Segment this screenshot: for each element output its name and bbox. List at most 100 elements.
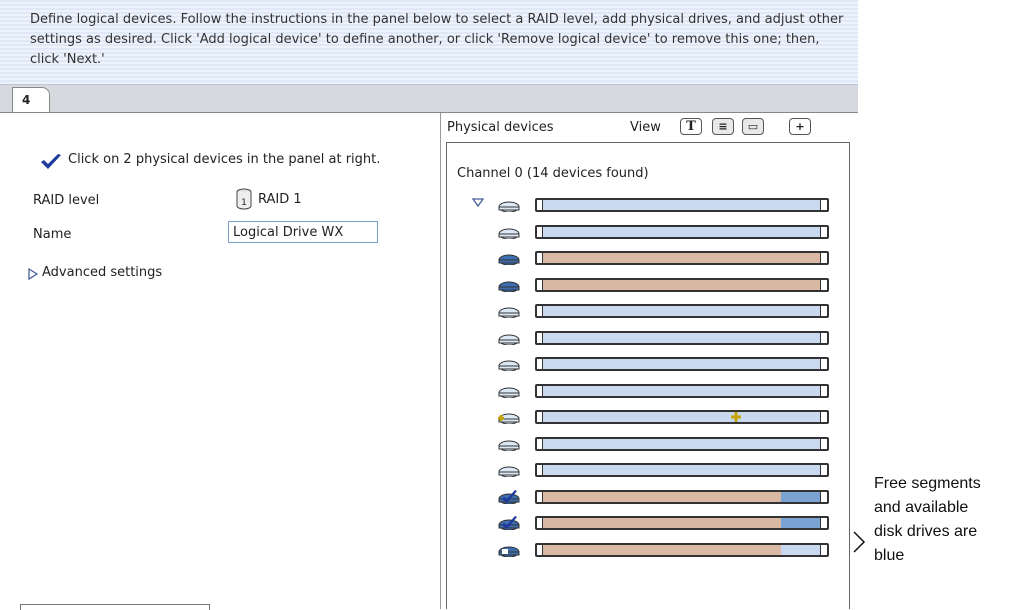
logical-drive-name-input[interactable] xyxy=(228,221,378,243)
bar-right-cap xyxy=(820,491,827,502)
drive-row[interactable] xyxy=(490,222,850,242)
disk-free-icon[interactable] xyxy=(498,225,520,239)
instruction-text: Define logical devices. Follow the instr… xyxy=(30,12,844,67)
drive-segment-bar[interactable] xyxy=(535,224,829,239)
disk-free-icon[interactable] xyxy=(498,463,520,477)
drive-segment-bar[interactable] xyxy=(535,357,829,371)
callout-line: blue xyxy=(874,547,905,564)
view-text-button[interactable]: T xyxy=(680,118,702,135)
drive-row[interactable] xyxy=(490,275,850,295)
view-full-size-button[interactable]: ≡ xyxy=(712,118,734,135)
bar-right-cap xyxy=(820,226,827,237)
bar-left-cap xyxy=(537,253,543,263)
pane-divider[interactable] xyxy=(440,113,441,609)
physical-devices-title: Physical devices xyxy=(447,120,554,135)
used-segment xyxy=(537,279,827,290)
bar-left-cap xyxy=(537,412,543,422)
disk-free-icon[interactable] xyxy=(498,304,520,318)
drive-row[interactable] xyxy=(490,195,850,215)
drive-segment-bar[interactable] xyxy=(535,330,829,345)
disk-spare-icon[interactable] xyxy=(498,410,520,424)
drive-segment-bar[interactable] xyxy=(535,436,829,451)
disk-used-icon[interactable] xyxy=(498,251,520,265)
drive-row[interactable] xyxy=(490,407,850,427)
bar-right-cap xyxy=(820,518,827,528)
bar-right-cap xyxy=(820,544,827,555)
bar-right-cap xyxy=(820,465,827,475)
drive-row[interactable] xyxy=(490,328,850,348)
drive-segment-bar[interactable] xyxy=(535,304,829,318)
bar-right-cap xyxy=(820,412,827,422)
drive-row[interactable] xyxy=(490,460,850,480)
bottom-tab-edge xyxy=(20,604,210,610)
drive-segment-bar[interactable] xyxy=(535,463,829,477)
bar-right-cap xyxy=(820,385,827,396)
used-segment xyxy=(537,544,781,555)
view-label: View xyxy=(630,120,661,135)
raid-disk-icon[interactable]: 1 xyxy=(236,188,252,210)
bar-left-cap xyxy=(537,359,543,369)
expand-right-icon[interactable] xyxy=(28,268,38,280)
bar-left-cap xyxy=(537,200,543,210)
raid-level-label: RAID level xyxy=(33,193,100,208)
drive-row[interactable] xyxy=(490,381,850,401)
disk-selected-icon[interactable] xyxy=(498,489,520,504)
collapse-channel-icon[interactable] xyxy=(472,198,484,208)
bar-left-cap xyxy=(537,279,543,290)
disk-selected-icon[interactable] xyxy=(498,516,520,530)
used-segment xyxy=(537,518,781,528)
callout-line: disk drives are xyxy=(874,523,978,540)
disk-free-icon[interactable] xyxy=(498,437,520,451)
disk-free-icon[interactable] xyxy=(498,331,520,345)
disk-free-icon[interactable] xyxy=(498,384,520,398)
drive-segment-bar[interactable] xyxy=(535,516,829,530)
disk-free-icon[interactable] xyxy=(498,357,520,371)
bar-left-cap xyxy=(537,306,543,316)
select-devices-instruction: Click on 2 physical devices in the panel… xyxy=(68,152,381,167)
drive-row[interactable] xyxy=(490,487,850,507)
callout-line: Free segments xyxy=(874,475,981,492)
drive-segment-bar[interactable] xyxy=(535,277,829,292)
drive-segment-bar[interactable] xyxy=(535,410,829,424)
logical-device-settings-pane: Click on 2 physical devices in the panel… xyxy=(0,113,440,610)
callout-bracket-icon xyxy=(853,531,866,553)
drive-row[interactable] xyxy=(490,248,850,268)
raid-icon-number: 1 xyxy=(241,198,247,208)
drive-row[interactable] xyxy=(490,301,850,321)
channel-label: Channel 0 (14 devices found) xyxy=(457,166,649,181)
bar-left-cap xyxy=(537,438,543,449)
tab-strip: 4 xyxy=(0,85,858,113)
drive-row[interactable] xyxy=(490,540,850,560)
drive-segment-bar[interactable] xyxy=(535,542,829,557)
drive-segment-bar[interactable] xyxy=(535,251,829,265)
advanced-settings-toggle[interactable]: Advanced settings xyxy=(42,265,162,280)
add-device-button[interactable]: + xyxy=(789,118,811,135)
bar-left-cap xyxy=(537,544,543,555)
bar-left-cap xyxy=(537,332,543,343)
callout-note: Free segments and available disk drives … xyxy=(874,472,1024,568)
drive-row[interactable] xyxy=(490,513,850,533)
drive-segment-bar[interactable] xyxy=(535,489,829,504)
disk-partial-icon[interactable] xyxy=(498,543,520,557)
name-label: Name xyxy=(33,227,72,242)
bar-left-cap xyxy=(537,385,543,396)
used-segment xyxy=(537,253,827,263)
drive-row[interactable] xyxy=(490,434,850,454)
bar-right-cap xyxy=(820,332,827,343)
tab-logical-device-4[interactable]: 4 xyxy=(12,87,50,112)
disk-free-icon[interactable] xyxy=(498,198,520,212)
bar-right-cap xyxy=(820,306,827,316)
instruction-banner: Define logical devices. Follow the instr… xyxy=(0,0,858,85)
bar-right-cap xyxy=(820,438,827,449)
bar-left-cap xyxy=(537,518,543,528)
checkmark-icon xyxy=(41,154,61,169)
raid-level-value[interactable]: RAID 1 xyxy=(258,192,302,207)
bar-left-cap xyxy=(537,491,543,502)
drive-segment-bar[interactable] xyxy=(535,383,829,398)
view-relative-size-button[interactable]: ▭ xyxy=(742,118,764,135)
disk-used-icon[interactable] xyxy=(498,278,520,292)
spare-plus-icon xyxy=(731,412,741,422)
drive-segment-bar[interactable] xyxy=(535,198,829,212)
drive-row[interactable] xyxy=(490,354,850,374)
bar-left-cap xyxy=(537,226,543,237)
